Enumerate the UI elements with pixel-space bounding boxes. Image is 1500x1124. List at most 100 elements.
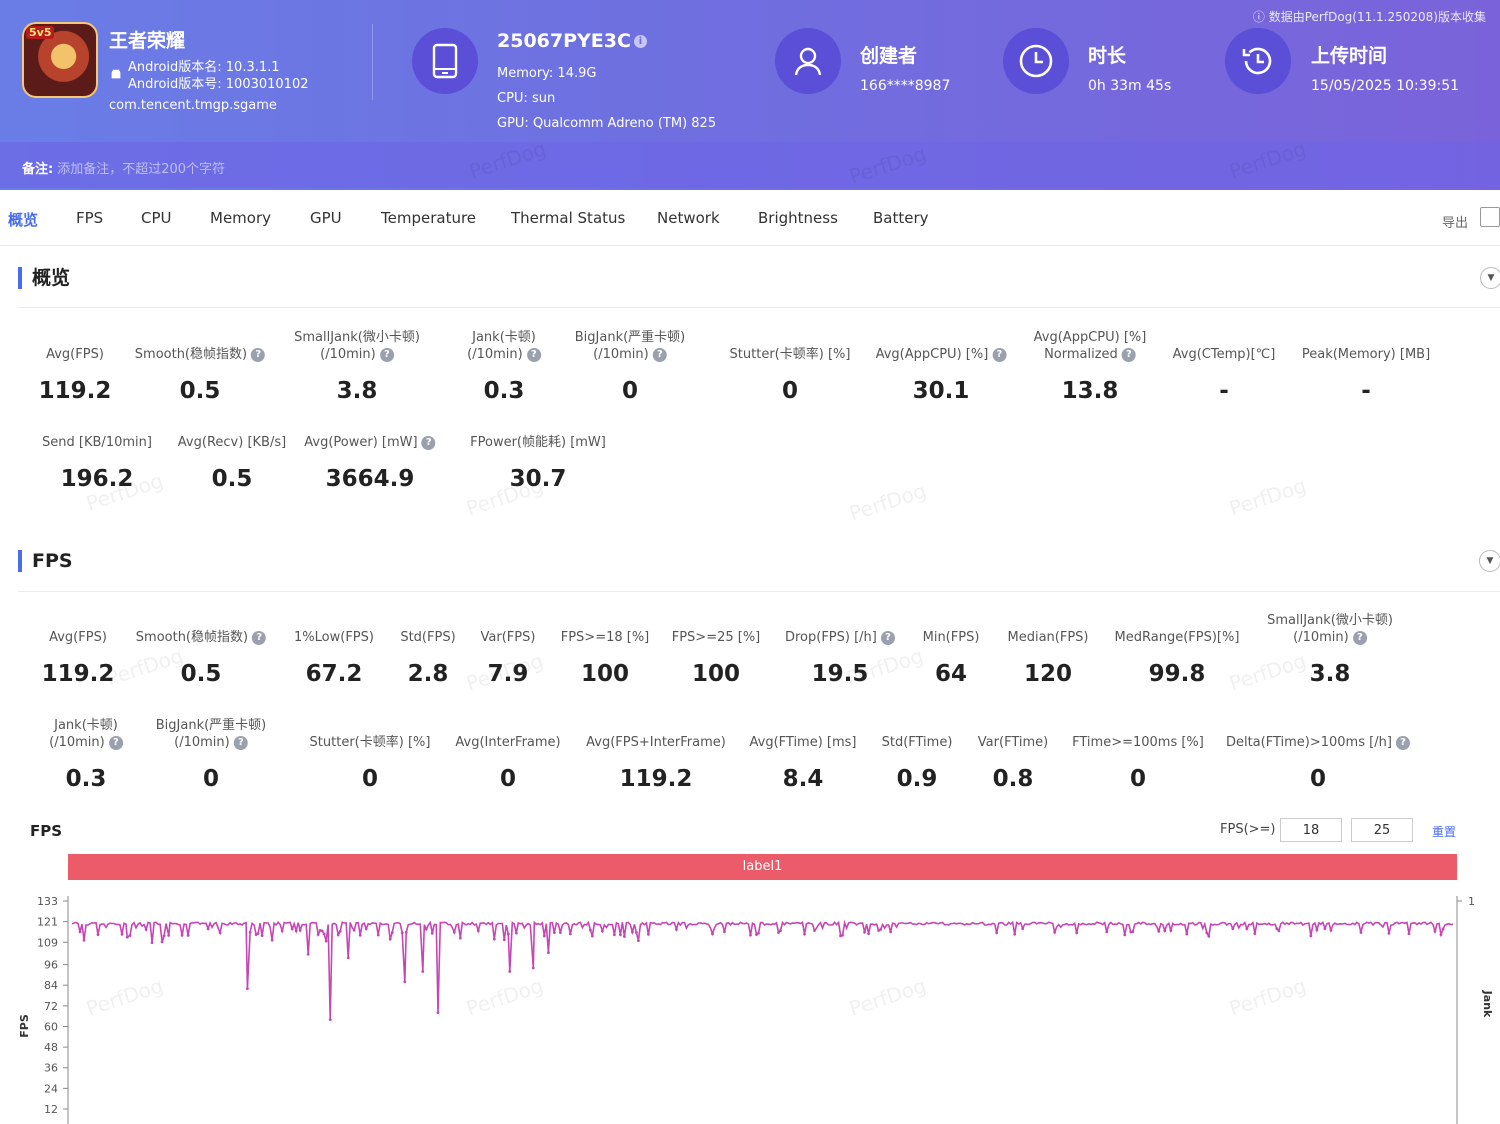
tab-fps[interactable]: FPS [76, 209, 103, 227]
overview-collapse-icon[interactable]: ▼ [1480, 267, 1500, 289]
metric-fpower-mw: FPower(帧能耗) [mW] 30.7 [470, 434, 606, 492]
fps-data-point [424, 927, 428, 931]
metric-label: FPS>=18 [%] [561, 629, 650, 646]
help-icon[interactable]: ? [1352, 630, 1367, 645]
fps-data-point [600, 929, 604, 933]
fps-data-point [186, 934, 190, 937]
metric-min-fps: Min(FPS) 64 [923, 629, 980, 687]
metric-medrange-fps: MedRange(FPS)[%] 99.8 [1114, 629, 1240, 687]
metric-var-ftime: Var(FTime) 0.8 [978, 734, 1048, 792]
help-icon[interactable]: ? [881, 630, 896, 645]
metric-label-text: FPS>=18 [%] [560, 630, 650, 645]
tab-memory[interactable]: Memory [210, 209, 271, 227]
metric-label-sub: (/10min) [320, 347, 376, 362]
metric-label: Avg(Recv) [KB/s] [178, 434, 286, 451]
label-band[interactable]: label1 [68, 854, 1457, 880]
android-icon [111, 69, 121, 79]
export-icon[interactable] [1480, 207, 1500, 227]
metric-label-text: MedRange(FPS)[%] [1114, 630, 1240, 645]
metric-value: 0.5 [179, 378, 221, 404]
remark-input[interactable]: 添加备注，不超过200个字符 [57, 162, 225, 177]
info-icon[interactable]: i [633, 35, 647, 48]
help-icon[interactable]: ? [108, 735, 123, 750]
help-icon[interactable]: ? [252, 630, 267, 645]
y-tick-label: 24 [44, 1082, 58, 1095]
fps-data-point [749, 933, 752, 937]
fps-data-point [1323, 927, 1327, 931]
tab-bar: 概览 FPS CPU Memory GPU Temperature Therma… [0, 190, 1500, 246]
tab-gpu[interactable]: GPU [310, 209, 342, 227]
tab-thermal-status[interactable]: Thermal Status [511, 209, 625, 227]
metric-label: Var(FPS) [481, 629, 536, 646]
metric-label-sub: (/10min) [174, 735, 230, 750]
help-icon[interactable]: ? [251, 347, 266, 362]
metric-label-text: Smooth(稳帧指数) [135, 630, 249, 645]
reset-button[interactable]: 重置 [1432, 823, 1456, 840]
fps-data-point [1205, 931, 1209, 935]
metric-label: Stutter(卡顿率) [%] [310, 734, 431, 751]
metric-var-fps: Var(FPS) 7.9 [481, 629, 536, 687]
fps-data-point [1053, 930, 1057, 934]
metric-label: 1%Low(FPS) [294, 629, 374, 646]
fps-collapse-icon[interactable]: ▼ [1479, 550, 1500, 572]
fps-data-point [436, 1011, 440, 1015]
tab-brightness[interactable]: Brightness [758, 209, 838, 227]
help-icon[interactable]: ? [1121, 347, 1136, 362]
metric-jank: Jank(卡顿) (/10min) ? 0.3 [467, 329, 541, 404]
duration-value: 0h 33m 45s [1088, 78, 1172, 94]
fps-data-point [1207, 934, 1211, 938]
fps-data-point [1315, 928, 1319, 932]
tab-network[interactable]: Network [657, 209, 720, 227]
fps-data-point [1441, 927, 1445, 931]
fps-data-point [506, 932, 510, 936]
fps-data-point [711, 932, 714, 936]
metric-label-text: SmallJank(微小卡顿) [1267, 613, 1393, 628]
metric-std-fps: Std(FPS) 2.8 [400, 629, 455, 687]
metric-value: 67.2 [305, 661, 363, 687]
fps-data-point [637, 939, 640, 943]
metric-std-ftime: Std(FTime) 0.9 [882, 734, 953, 792]
help-icon[interactable]: ? [379, 347, 394, 362]
export-button[interactable]: 导出 [1442, 212, 1468, 231]
help-icon[interactable]: ? [421, 435, 436, 450]
device-gpu: GPU: Qualcomm Adreno (TM) 825 [497, 116, 717, 131]
metric-label-sub: (/10min) [593, 347, 649, 362]
watermark-text: PerfDog [103, 643, 187, 691]
fps-data-point [618, 933, 622, 937]
metric-value: 100 [691, 661, 741, 687]
remark-bar[interactable]: 备注: 添加备注，不超过200个字符 [0, 142, 1500, 188]
fps-data-point [1245, 927, 1249, 931]
fps-data-point [1309, 934, 1313, 938]
fps-data-point [404, 930, 408, 934]
fps-data-point [256, 932, 260, 935]
help-icon[interactable]: ? [233, 735, 248, 750]
metric-label: Avg(AppCPU) [%] Normalized ? [1034, 329, 1147, 363]
tab-overview[interactable]: 概览 [8, 209, 38, 230]
fps-chart[interactable]: 12 24 36 48 60 72 84 96 109 121 133 1 FPS Jank [0, 880, 1500, 1124]
metric-label: Avg(FPS) [49, 629, 107, 646]
y-tick-label: 133 [37, 895, 58, 908]
help-icon[interactable]: ? [526, 347, 541, 362]
fps-threshold-input-1[interactable] [1280, 818, 1342, 842]
fps-data-point [1123, 933, 1127, 937]
metric-label: Jank(卡顿) (/10min) ? [467, 329, 541, 363]
metric-label: FPower(帧能耗) [mW] [470, 434, 606, 451]
help-icon[interactable]: ? [992, 347, 1007, 362]
help-icon[interactable]: ? [1396, 735, 1411, 750]
metric-label-text: Avg(FTime) [ms] [749, 735, 857, 750]
metric-smooth: Smooth(稳帧指数) ? 0.5 [135, 346, 266, 404]
fps-data-point [531, 966, 535, 970]
fps-threshold-input-2[interactable] [1351, 818, 1413, 842]
tab-cpu[interactable]: CPU [141, 209, 172, 227]
tab-temperature[interactable]: Temperature [381, 209, 476, 227]
fps-divider [18, 591, 1500, 592]
fps-data-point [508, 970, 512, 973]
watermark-text: PerfDog [846, 478, 930, 526]
help-icon[interactable]: ? [652, 347, 667, 362]
fps-data-point [1131, 930, 1135, 934]
fps-data-point [1231, 927, 1235, 931]
tab-battery[interactable]: Battery [873, 209, 929, 227]
metric-label-text: Delta(FTime)>100ms [/h] [1225, 735, 1392, 750]
fps-data-point [144, 928, 148, 931]
fps-data-point [631, 930, 634, 934]
